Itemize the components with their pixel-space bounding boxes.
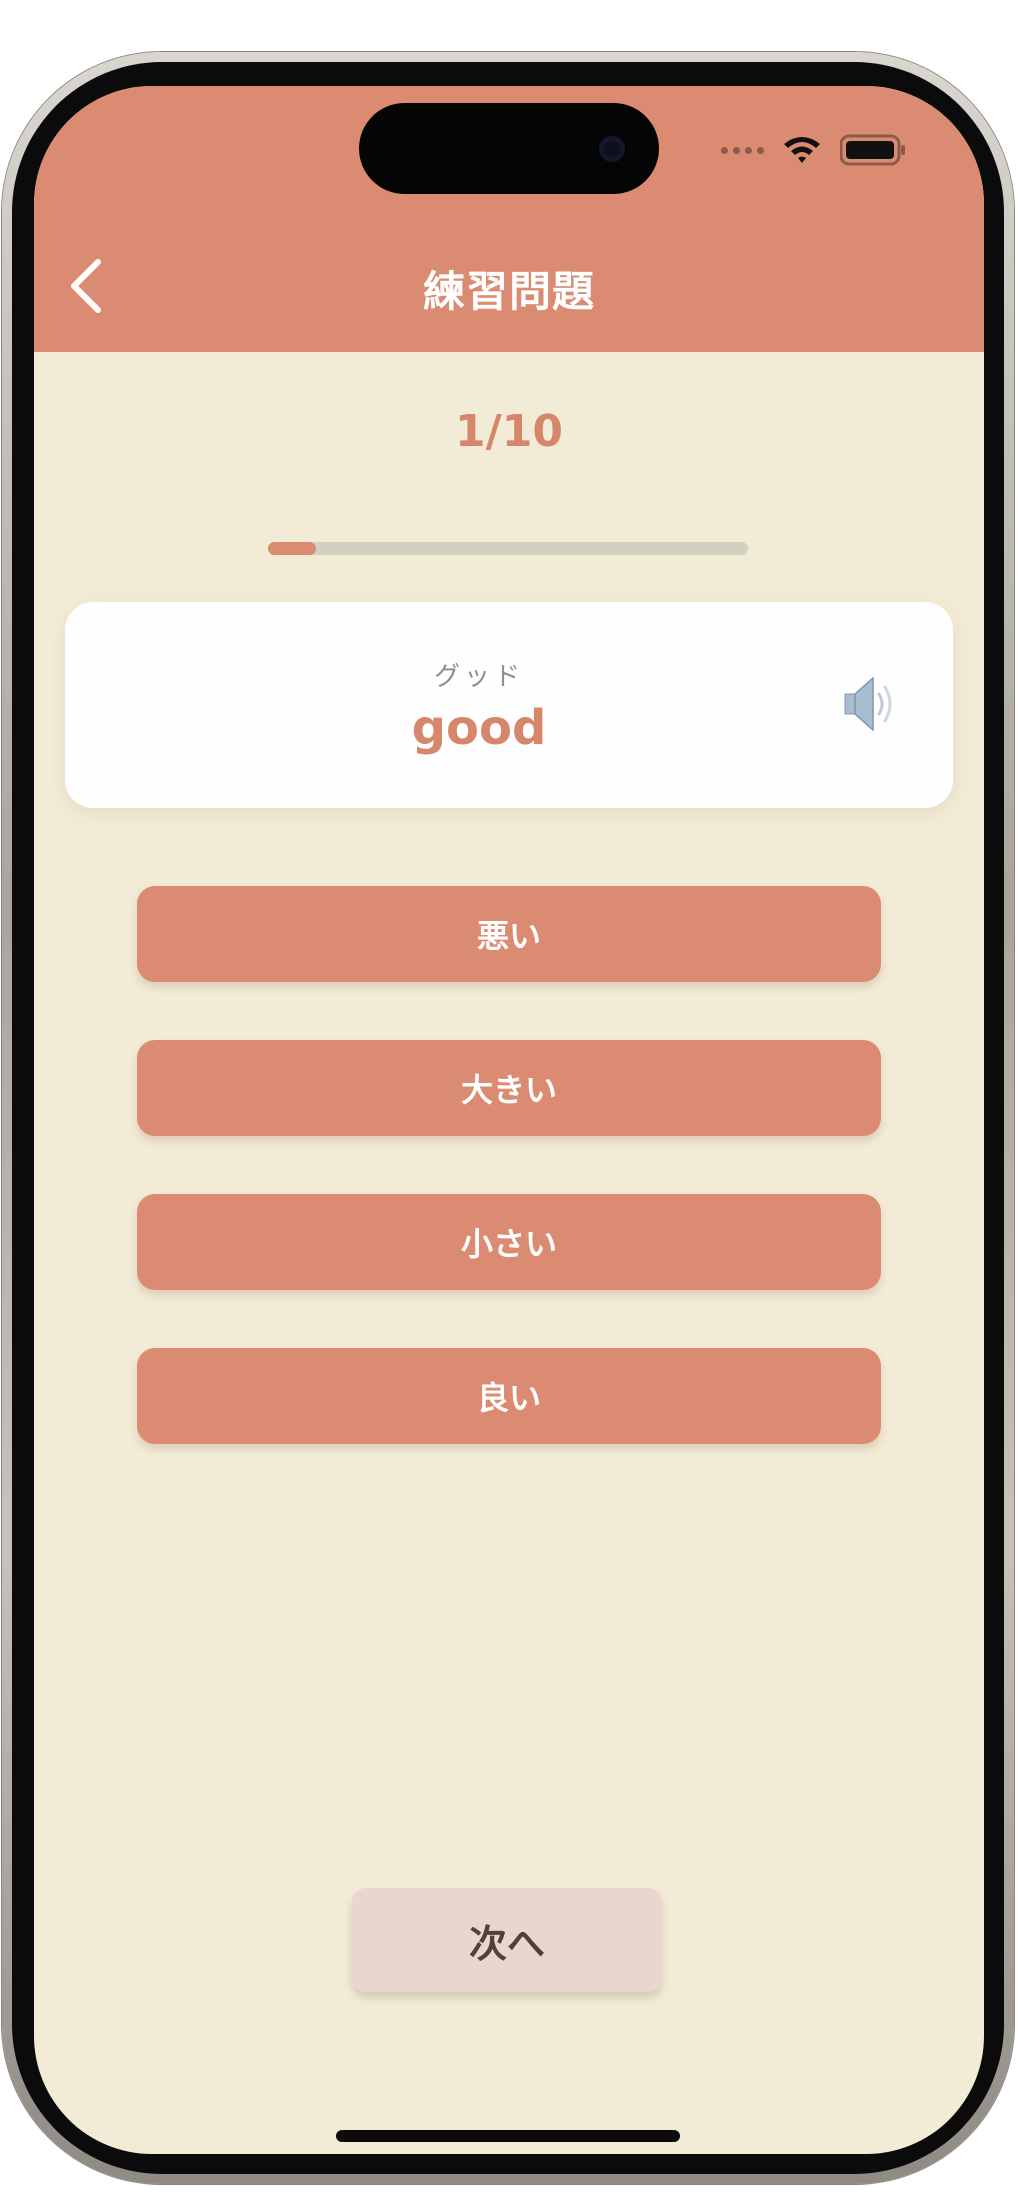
dynamic-island xyxy=(359,103,659,194)
progress-fill xyxy=(268,542,316,555)
choice-button-1[interactable]: 悪い xyxy=(137,886,881,982)
question-counter: 1/10 xyxy=(455,406,563,457)
header-bar: 練習問題 xyxy=(34,86,984,352)
next-button[interactable]: 次へ xyxy=(352,1888,662,1992)
camera-icon xyxy=(599,136,625,162)
word-card: グッド good xyxy=(65,602,953,808)
wifi-icon xyxy=(784,137,820,163)
choice-button-2[interactable]: 大きい xyxy=(137,1040,881,1136)
app-screen: 練習問題 1/10 グッド good 悪い 大きい 小さい 良い 次へ xyxy=(34,86,984,2154)
play-audio-button[interactable] xyxy=(841,670,901,738)
choice-button-3[interactable]: 小さい xyxy=(137,1194,881,1290)
battery-icon xyxy=(840,134,905,166)
cellular-signal-icon xyxy=(721,146,764,154)
speaker-icon xyxy=(844,676,892,732)
choice-button-4[interactable]: 良い xyxy=(137,1348,881,1444)
progress-bar xyxy=(268,542,748,555)
home-indicator[interactable] xyxy=(336,2130,680,2142)
page-title: 練習問題 xyxy=(422,267,595,316)
word-reading: グッド xyxy=(433,662,524,692)
word-text: good xyxy=(411,700,547,756)
status-bar xyxy=(721,132,906,168)
